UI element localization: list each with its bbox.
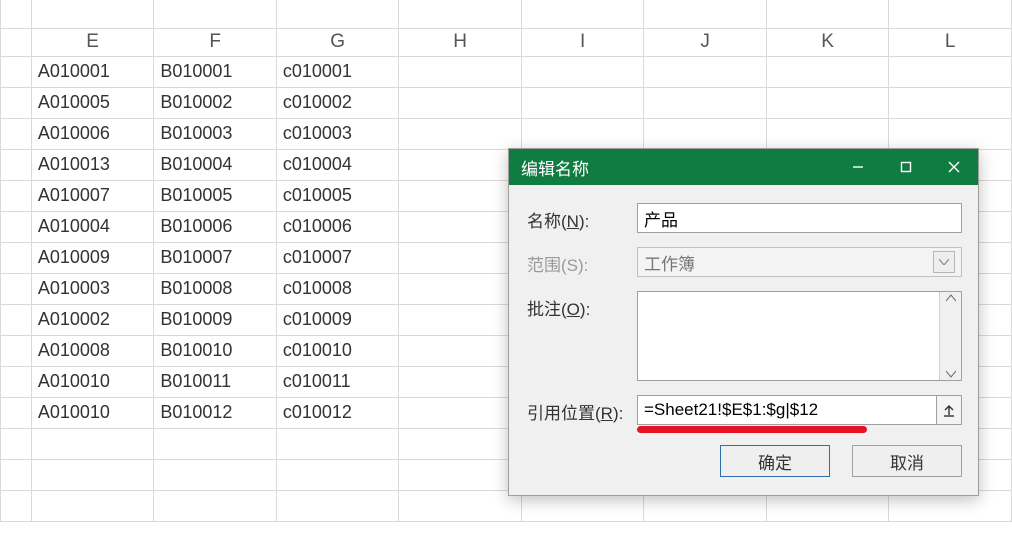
cell[interactable]: c010005: [276, 180, 399, 211]
close-button[interactable]: [930, 149, 978, 185]
cell[interactable]: A010009: [31, 242, 154, 273]
cell[interactable]: B010001: [154, 56, 277, 87]
table-row[interactable]: A010001B010001c010001: [1, 56, 1012, 87]
minimize-button[interactable]: [834, 149, 882, 185]
scope-label: 范围(S):: [527, 247, 637, 276]
maximize-button[interactable]: [882, 149, 930, 185]
cell[interactable]: A010001: [31, 56, 154, 87]
cell[interactable]: c010009: [276, 304, 399, 335]
cell[interactable]: B010006: [154, 211, 277, 242]
col-header[interactable]: K: [766, 28, 889, 56]
col-header[interactable]: L: [889, 28, 1012, 56]
cell[interactable]: c010008: [276, 273, 399, 304]
table-row[interactable]: A010005B010002c010002: [1, 87, 1012, 118]
cell[interactable]: c010004: [276, 149, 399, 180]
cell[interactable]: A010004: [31, 211, 154, 242]
cell[interactable]: c010003: [276, 118, 399, 149]
cell[interactable]: A010007: [31, 180, 154, 211]
col-header[interactable]: I: [521, 28, 644, 56]
chevron-down-icon: [933, 251, 955, 273]
cell[interactable]: A010003: [31, 273, 154, 304]
scope-value: 工作簿: [644, 250, 695, 275]
cell[interactable]: c010012: [276, 397, 399, 428]
table-row[interactable]: A010006B010003c010003: [1, 118, 1012, 149]
cell[interactable]: B010009: [154, 304, 277, 335]
ok-button[interactable]: 确定: [720, 445, 830, 477]
col-header[interactable]: E: [31, 28, 154, 56]
scrollbar[interactable]: [939, 292, 961, 380]
reference-label: 引用位置(R):: [527, 395, 637, 424]
cell[interactable]: A010002: [31, 304, 154, 335]
cell[interactable]: c010002: [276, 87, 399, 118]
close-icon: [947, 160, 961, 174]
cancel-button[interactable]: 取消: [852, 445, 962, 477]
maximize-icon: [899, 160, 913, 174]
scroll-up-icon: [946, 294, 956, 302]
col-header[interactable]: F: [154, 28, 277, 56]
cell[interactable]: c010006: [276, 211, 399, 242]
cell[interactable]: c010011: [276, 366, 399, 397]
scope-select: 工作簿: [637, 247, 962, 277]
cell[interactable]: B010007: [154, 242, 277, 273]
name-input[interactable]: [637, 203, 962, 233]
col-header[interactable]: G: [276, 28, 399, 56]
col-header[interactable]: H: [399, 28, 522, 56]
minimize-icon: [851, 160, 865, 174]
cell[interactable]: B010005: [154, 180, 277, 211]
scroll-down-icon: [946, 370, 956, 378]
cell[interactable]: A010010: [31, 366, 154, 397]
cell[interactable]: B010012: [154, 397, 277, 428]
column-header-row[interactable]: E F G H I J K L: [1, 28, 1012, 56]
comment-label: 批注(O):: [527, 291, 637, 320]
comment-textarea[interactable]: [637, 291, 962, 381]
cell[interactable]: c010001: [276, 56, 399, 87]
col-header[interactable]: J: [644, 28, 767, 56]
cell[interactable]: c010007: [276, 242, 399, 273]
name-label: 名称(N):: [527, 203, 637, 232]
cell[interactable]: B010008: [154, 273, 277, 304]
cell[interactable]: B010004: [154, 149, 277, 180]
cell[interactable]: c010010: [276, 335, 399, 366]
cell[interactable]: B010003: [154, 118, 277, 149]
cell[interactable]: A010008: [31, 335, 154, 366]
cell[interactable]: A010006: [31, 118, 154, 149]
cell[interactable]: B010011: [154, 366, 277, 397]
reference-input[interactable]: [637, 395, 937, 425]
cell[interactable]: B010010: [154, 335, 277, 366]
collapse-dialog-icon: [942, 403, 956, 417]
edit-name-dialog: 编辑名称 名称(N): 范围(S): 工作簿: [508, 148, 979, 496]
range-picker-button[interactable]: [936, 395, 962, 425]
dialog-titlebar[interactable]: 编辑名称: [509, 149, 978, 185]
cell[interactable]: A010005: [31, 87, 154, 118]
cell[interactable]: B010002: [154, 87, 277, 118]
cell[interactable]: A010010: [31, 397, 154, 428]
dialog-title: 编辑名称: [521, 155, 834, 180]
highlight-underline: [637, 426, 867, 433]
cell[interactable]: A010013: [31, 149, 154, 180]
